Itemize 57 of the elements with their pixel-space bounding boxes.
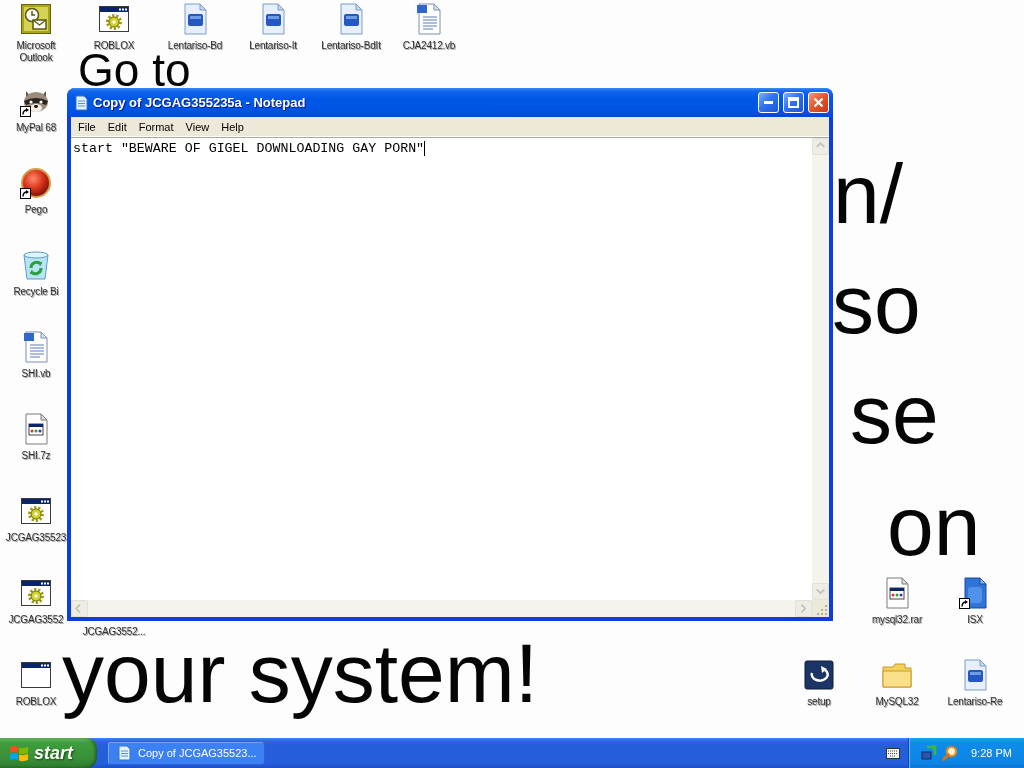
notepad-icon [73, 94, 89, 111]
monitor-arrow-icon[interactable] [921, 745, 937, 761]
icon-label[interactable]: Lentariso-Bd [167, 40, 223, 52]
menu-item[interactable]: File [72, 118, 102, 135]
wallpaper-text: on [887, 484, 981, 568]
minimize-icon [764, 101, 773, 104]
wallpaper-text: Go to [78, 54, 191, 87]
icon-label[interactable]: Recycle Bi [13, 286, 59, 298]
menu-item[interactable]: Format [132, 118, 180, 135]
clock-envelope-icon[interactable] [20, 3, 52, 35]
icon-label[interactable]: Lentariso-BdIt [321, 40, 381, 52]
text-editor[interactable]: start "BEWARE OF GIGEL DOWNLOADING GAY PORN" [71, 138, 812, 600]
icon-label[interactable]: ROBLOX [93, 40, 135, 52]
menu-item[interactable]: View [179, 118, 216, 135]
start-button[interactable]: start [0, 738, 97, 768]
icon-label[interactable]: JCGAG3552 [8, 614, 64, 626]
wallpaper-text: your system! [62, 641, 539, 721]
minimize-button[interactable] [758, 92, 779, 113]
icon-label[interactable]: CJA2412.vb [402, 40, 456, 52]
program-gear-icon[interactable] [20, 495, 52, 527]
icon-label[interactable]: Pego [24, 204, 48, 216]
program-window-icon[interactable] [20, 659, 52, 691]
wallpaper-text: se [850, 372, 939, 456]
window-title: Copy of JCGAG355235a - Notepad [93, 95, 307, 110]
icon-label[interactable]: JCGAG3552... [82, 626, 146, 638]
menu-item[interactable]: Edit [101, 118, 133, 135]
clock-text: 9:28 PM [971, 747, 1012, 759]
icon-label[interactable]: Microsoft Outlook [1, 40, 71, 64]
icon-label[interactable]: Lentariso-It [249, 40, 297, 52]
search-icon[interactable] [942, 745, 958, 761]
icon-label[interactable]: ROBLOX [15, 696, 57, 708]
notepad-icon [116, 745, 132, 761]
taskbar-button[interactable]: Copy of JCGAG35523... [107, 741, 265, 765]
close-button[interactable] [808, 92, 829, 113]
icon-label[interactable]: MySQL32 [875, 696, 919, 708]
program-gear-icon[interactable] [98, 3, 130, 35]
icon-label[interactable]: JCGAG35523 [5, 532, 67, 544]
icon-label[interactable]: mysql32.rar [871, 614, 922, 626]
wallpaper-text: n/ [833, 152, 904, 236]
icon-label[interactable]: SHI.vb [21, 368, 51, 380]
setup-icon[interactable] [803, 659, 835, 691]
ball-icon[interactable] [20, 167, 52, 199]
menu-item[interactable]: Help [215, 118, 250, 135]
windows-logo-icon [9, 743, 29, 763]
icon-label[interactable]: setup [807, 696, 831, 708]
wallpaper-text: so [832, 262, 921, 346]
close-icon [813, 97, 824, 108]
program-gear-icon[interactable] [20, 577, 52, 609]
keyboard-icon[interactable] [886, 747, 900, 759]
recycle-bin-icon[interactable] [20, 249, 52, 281]
maximize-button[interactable] [783, 92, 804, 113]
icon-label[interactable]: Lentariso-Re [947, 696, 1003, 708]
icon-label[interactable]: SHI.7z [21, 450, 51, 462]
icon-label[interactable]: ISX [967, 614, 983, 626]
icon-label[interactable]: MyPal 68 [15, 122, 57, 134]
maximize-icon [788, 97, 799, 108]
text-cursor-icon [424, 141, 426, 156]
